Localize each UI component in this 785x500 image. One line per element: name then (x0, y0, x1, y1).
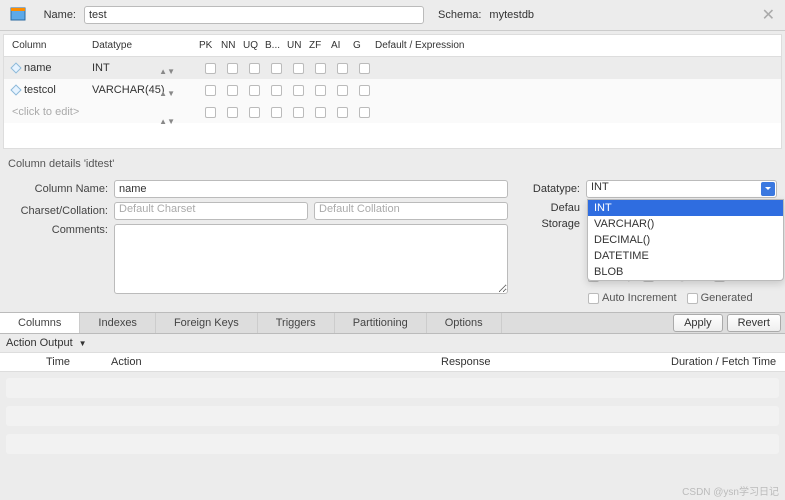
list-item (6, 378, 779, 398)
column-name-input[interactable] (114, 180, 508, 198)
table-row-new[interactable]: <click to edit> ▲▼ (4, 101, 781, 123)
col-header: Column (12, 40, 92, 51)
tab-indexes[interactable]: Indexes (80, 313, 156, 333)
tab-columns[interactable]: Columns (0, 313, 80, 333)
detail-title: Column details 'idtest' (0, 152, 785, 176)
datatype-dropdown: INT VARCHAR() DECIMAL() DATETIME BLOB (587, 199, 784, 281)
expand-icon[interactable]: ✕ (762, 5, 775, 25)
dropdown-item[interactable]: DECIMAL() (588, 232, 783, 248)
table-row[interactable]: name INT▲▼ (4, 57, 781, 79)
chevron-down-icon[interactable] (761, 182, 775, 196)
list-item (6, 434, 779, 454)
dropdown-item[interactable]: VARCHAR() (588, 216, 783, 232)
name-label: Name: (36, 9, 76, 21)
collation-select[interactable]: Default Collation (314, 202, 508, 220)
comments-input[interactable] (114, 224, 508, 294)
tab-partitioning[interactable]: Partitioning (335, 313, 427, 333)
chevron-down-icon[interactable]: ▼ (79, 339, 87, 348)
dropdown-item[interactable]: INT (588, 200, 783, 216)
tab-triggers[interactable]: Triggers (258, 313, 335, 333)
table-name-input[interactable] (84, 6, 424, 24)
watermark: CSDN @ysn学习日记 (682, 483, 779, 498)
tab-options[interactable]: Options (427, 313, 502, 333)
charset-select[interactable]: Default Charset (114, 202, 308, 220)
column-icon (10, 62, 21, 73)
table-icon (10, 6, 28, 24)
dropdown-item[interactable]: DATETIME (588, 248, 783, 264)
revert-button[interactable]: Revert (727, 314, 781, 332)
tab-fk[interactable]: Foreign Keys (156, 313, 258, 333)
table-row[interactable]: testcol VARCHAR(45)▲▼ (4, 79, 781, 101)
dt-header: Datatype (92, 40, 177, 51)
dropdown-item[interactable]: BLOB (588, 264, 783, 280)
apply-button[interactable]: Apply (673, 314, 723, 332)
columns-grid: Column Datatype PK NN UQ B... UN ZF AI G… (3, 34, 782, 149)
schema-label: Schema: (438, 9, 481, 21)
output-label: Action Output (6, 337, 73, 349)
column-icon (10, 84, 21, 95)
list-item (6, 406, 779, 426)
schema-value: mytestdb (489, 9, 534, 21)
datatype-combo[interactable]: INT INT VARCHAR() DECIMAL() DATETIME BLO… (586, 180, 777, 198)
